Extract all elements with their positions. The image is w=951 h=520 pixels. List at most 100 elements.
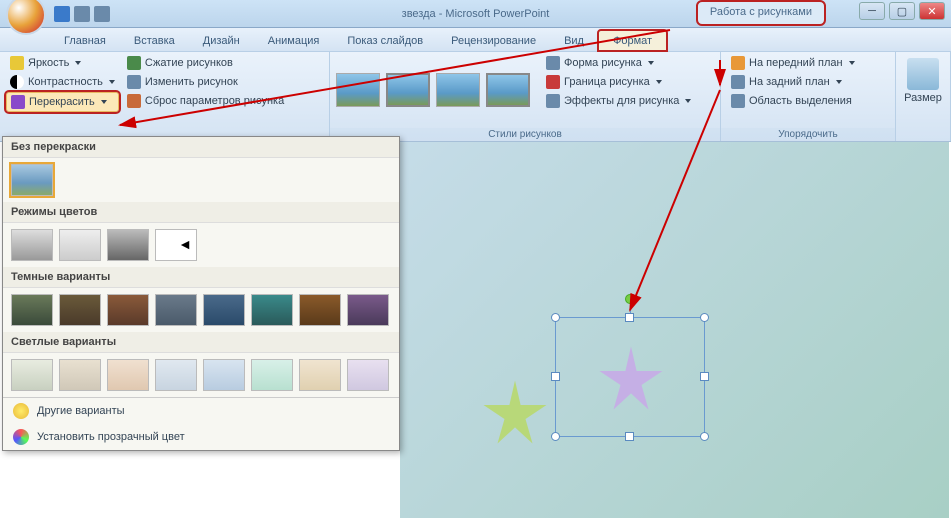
tab-review[interactable]: Рецензирование bbox=[437, 31, 550, 51]
send-to-back-button[interactable]: На задний план bbox=[727, 73, 859, 91]
tab-slideshow[interactable]: Показ слайдов bbox=[333, 31, 437, 51]
resize-handle-r[interactable] bbox=[700, 372, 709, 381]
picture-style-thumb[interactable] bbox=[486, 73, 530, 107]
size-icon bbox=[907, 58, 939, 90]
picture-shape-button[interactable]: Форма рисунка bbox=[542, 54, 695, 72]
recolor-option-light[interactable] bbox=[347, 359, 389, 391]
group-label-arrange: Упорядочить bbox=[721, 128, 895, 141]
more-variations-button[interactable]: Другие варианты bbox=[3, 398, 399, 424]
recolor-option-none[interactable] bbox=[11, 164, 53, 196]
recolor-option-dark[interactable] bbox=[347, 294, 389, 326]
reset-icon bbox=[127, 94, 141, 108]
recolor-option-light[interactable] bbox=[203, 359, 245, 391]
tab-insert[interactable]: Вставка bbox=[120, 31, 189, 51]
change-picture-button[interactable]: Изменить рисунок bbox=[123, 73, 288, 91]
chevron-down-icon bbox=[656, 80, 662, 84]
chevron-down-icon bbox=[685, 99, 691, 103]
minimize-button[interactable]: ─ bbox=[859, 2, 885, 20]
chevron-down-icon bbox=[849, 61, 855, 65]
brightness-button[interactable]: Яркость bbox=[6, 54, 119, 72]
contrast-label: Контрастность bbox=[28, 76, 103, 88]
undo-icon[interactable] bbox=[74, 6, 90, 22]
rotation-handle[interactable] bbox=[625, 294, 635, 304]
maximize-button[interactable]: ▢ bbox=[889, 2, 915, 20]
tab-animation[interactable]: Анимация bbox=[254, 31, 334, 51]
effects-icon bbox=[546, 94, 560, 108]
selection-pane-icon bbox=[731, 94, 745, 108]
tab-view[interactable]: Вид bbox=[550, 31, 598, 51]
selection-pane-button[interactable]: Область выделения bbox=[727, 92, 859, 110]
compress-pictures-button[interactable]: Сжатие рисунков bbox=[123, 54, 288, 72]
window-title: звезда - Microsoft PowerPoint bbox=[402, 8, 550, 20]
picture-effects-button[interactable]: Эффекты для рисунка bbox=[542, 92, 695, 110]
size-button[interactable]: Размер bbox=[900, 54, 946, 139]
picture-style-thumb[interactable] bbox=[436, 73, 480, 107]
contrast-button[interactable]: Контрастность bbox=[6, 73, 119, 91]
picture-style-thumb[interactable] bbox=[386, 73, 430, 107]
close-button[interactable]: ✕ bbox=[919, 2, 945, 20]
resize-handle-tl[interactable] bbox=[551, 313, 560, 322]
recolor-option-light[interactable] bbox=[59, 359, 101, 391]
tab-home[interactable]: Главная bbox=[50, 31, 120, 51]
recolor-option-light[interactable] bbox=[107, 359, 149, 391]
resize-handle-tr[interactable] bbox=[700, 313, 709, 322]
recolor-option-light[interactable] bbox=[155, 359, 197, 391]
select-pane-label: Область выделения bbox=[749, 95, 852, 107]
transparent-color-icon bbox=[13, 429, 29, 445]
recolor-option-dark[interactable] bbox=[251, 294, 293, 326]
recolor-option-dark[interactable] bbox=[155, 294, 197, 326]
resize-handle-br[interactable] bbox=[700, 432, 709, 441]
bring-to-front-button[interactable]: На передний план bbox=[727, 54, 859, 72]
context-tab-picture-tools[interactable]: Работа с рисунками bbox=[696, 0, 826, 26]
star-shape-purple[interactable] bbox=[596, 343, 666, 413]
recolor-option-washout[interactable] bbox=[107, 229, 149, 261]
title-bar: звезда - Microsoft PowerPoint Работа с р… bbox=[0, 0, 951, 28]
chevron-down-icon bbox=[75, 61, 81, 65]
recolor-option-light[interactable] bbox=[251, 359, 293, 391]
quick-access-toolbar bbox=[54, 6, 110, 22]
picture-style-thumb[interactable] bbox=[336, 73, 380, 107]
brightness-label: Яркость bbox=[28, 57, 69, 69]
shape-label: Форма рисунка bbox=[564, 57, 642, 69]
resize-handle-b[interactable] bbox=[625, 432, 634, 441]
contrast-icon bbox=[10, 75, 24, 89]
redo-icon[interactable] bbox=[94, 6, 110, 22]
change-picture-icon bbox=[127, 75, 141, 89]
recolor-icon bbox=[11, 95, 25, 109]
recolor-option-dark[interactable] bbox=[203, 294, 245, 326]
tab-format[interactable]: Формат bbox=[598, 30, 667, 51]
resize-handle-bl[interactable] bbox=[551, 432, 560, 441]
shape-icon bbox=[546, 56, 560, 70]
recolor-option-light[interactable] bbox=[299, 359, 341, 391]
brightness-icon bbox=[10, 56, 24, 70]
transparent-label: Установить прозрачный цвет bbox=[37, 431, 185, 443]
slide-canvas[interactable] bbox=[400, 142, 949, 518]
gallery-section-no-recolor: Без перекраски bbox=[3, 137, 399, 158]
compress-label: Сжатие рисунков bbox=[145, 57, 233, 69]
border-label: Граница рисунка bbox=[564, 76, 650, 88]
picture-border-button[interactable]: Граница рисунка bbox=[542, 73, 695, 91]
set-transparent-color-button[interactable]: Установить прозрачный цвет bbox=[3, 424, 399, 450]
tab-design[interactable]: Дизайн bbox=[189, 31, 254, 51]
save-icon[interactable] bbox=[54, 6, 70, 22]
selection-box[interactable] bbox=[555, 317, 705, 437]
star-shape-green[interactable] bbox=[480, 377, 550, 447]
resize-handle-l[interactable] bbox=[551, 372, 560, 381]
recolor-option-dark[interactable] bbox=[107, 294, 149, 326]
send-back-icon bbox=[731, 75, 745, 89]
recolor-option-dark[interactable] bbox=[299, 294, 341, 326]
recolor-option-sepia[interactable] bbox=[59, 229, 101, 261]
gallery-section-color-modes: Режимы цветов bbox=[3, 202, 399, 223]
resize-handle-t[interactable] bbox=[625, 313, 634, 322]
ribbon-group-arrange: На передний план На задний план Область … bbox=[721, 52, 896, 141]
recolor-option-light[interactable] bbox=[11, 359, 53, 391]
recolor-button[interactable]: Перекрасить bbox=[6, 92, 119, 112]
recolor-option-dark[interactable] bbox=[11, 294, 53, 326]
reset-picture-button[interactable]: Сброс параметров рисунка bbox=[123, 92, 288, 110]
recolor-option-dark[interactable] bbox=[59, 294, 101, 326]
recolor-option-bw[interactable] bbox=[155, 229, 197, 261]
chevron-down-icon bbox=[109, 80, 115, 84]
recolor-option-grayscale[interactable] bbox=[11, 229, 53, 261]
picture-style-gallery[interactable] bbox=[336, 54, 530, 126]
ribbon: Яркость Контрастность Перекрасить Сжатие… bbox=[0, 52, 951, 142]
